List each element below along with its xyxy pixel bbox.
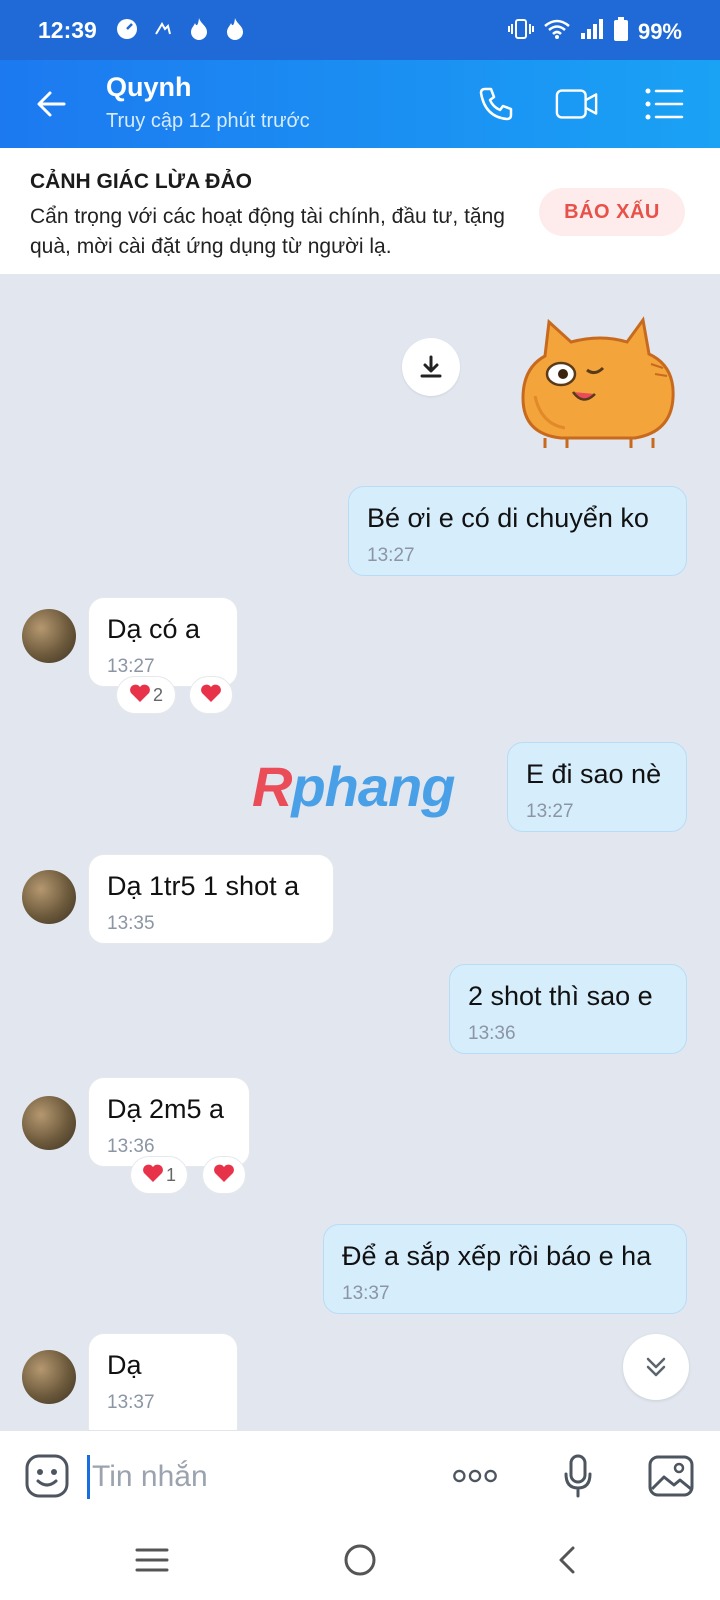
report-button[interactable]: BÁO XẤU: [539, 188, 685, 236]
heart-icon: [200, 683, 222, 708]
double-chevron-down-icon: [646, 1357, 666, 1377]
status-time: 12:39: [38, 17, 97, 43]
message-time: 13:35: [107, 913, 155, 934]
flame-icon: [187, 17, 211, 41]
back-button[interactable]: [30, 82, 74, 126]
flame-icon-2: [223, 17, 247, 41]
react-heart-button[interactable]: [202, 1156, 246, 1194]
message-text: E đi sao nè: [526, 759, 662, 789]
emoji-icon: [25, 1454, 69, 1498]
status-right: 99%: [507, 17, 682, 46]
message-time: 13:27: [107, 656, 155, 677]
watermark-part1: R: [252, 755, 292, 818]
system-back-button[interactable]: [545, 1538, 589, 1582]
message-bubble-outgoing[interactable]: 2 shot thì sao e 13:36: [449, 964, 687, 1054]
reaction-count: 1: [165, 1164, 176, 1185]
reaction-summary[interactable]: 1: [130, 1156, 188, 1194]
heart-icon: [142, 1163, 164, 1188]
message-bubble-incoming[interactable]: Dạ 1tr5 1 shot a 13:35: [88, 854, 334, 944]
voice-call-button[interactable]: [474, 82, 518, 126]
cat-sticker[interactable]: [515, 314, 690, 454]
message-text: Dạ 2m5 a: [107, 1094, 225, 1124]
message-time: 13:37: [342, 1283, 390, 1304]
scroll-to-bottom-button[interactable]: [623, 1334, 689, 1400]
download-sticker-button[interactable]: [402, 338, 460, 396]
warning-text: Cẩn trọng với các hoạt động tài chính, đ…: [30, 205, 505, 258]
vibrate-icon: [507, 18, 534, 45]
message-text: 2 shot thì sao e: [468, 981, 653, 1011]
avatar[interactable]: [22, 609, 76, 663]
recent-apps-icon: [135, 1548, 169, 1572]
more-button[interactable]: [452, 1453, 498, 1499]
message-time: 13:27: [526, 801, 574, 822]
message-text: Dạ 1tr5 1 shot a: [107, 871, 300, 901]
chat-area[interactable]: Bé ơi e có di chuyển ko 13:27 Dạ có a 13…: [0, 274, 720, 1430]
message-time: 13:36: [468, 1023, 516, 1044]
message-text: Dạ: [107, 1350, 142, 1380]
home-button[interactable]: [338, 1538, 382, 1582]
status-bar: 12:39 99%: [0, 0, 720, 60]
battery-percent: 99%: [637, 18, 682, 44]
app-notification-icon: [151, 17, 175, 41]
wifi-icon: [544, 18, 570, 45]
speedometer-icon: [115, 17, 139, 41]
contact-name[interactable]: Quynh: [106, 72, 192, 103]
message-bubble-incoming[interactable]: Dạ có a 13:27: [88, 597, 238, 687]
message-text: Bé ơi e có di chuyển ko: [367, 503, 649, 533]
message-input[interactable]: [92, 1457, 422, 1497]
system-navigation-bar: [0, 1520, 720, 1600]
menu-list-icon: [645, 88, 684, 120]
video-call-button[interactable]: [555, 82, 599, 126]
more-icon: [453, 1469, 497, 1483]
last-seen-status: Truy cập 12 phút trước: [106, 110, 310, 132]
battery-icon: [613, 17, 628, 46]
react-heart-button[interactable]: [189, 676, 233, 714]
message-bubble-incoming[interactable]: Dạ 13:37: [88, 1333, 238, 1430]
avatar[interactable]: [22, 870, 76, 924]
send-image-button[interactable]: [648, 1453, 694, 1499]
voice-message-button[interactable]: [555, 1453, 601, 1499]
message-text: Dạ có a: [107, 614, 201, 644]
avatar[interactable]: [22, 1096, 76, 1150]
signal-icon: [580, 18, 604, 45]
recent-apps-button[interactable]: [130, 1538, 174, 1582]
notification-icons: [115, 17, 247, 41]
heart-icon: [213, 1163, 235, 1188]
avatar[interactable]: [22, 1350, 76, 1404]
video-call-icon: [555, 89, 598, 119]
message-composer: [0, 1430, 720, 1520]
back-arrow-icon: [37, 91, 66, 117]
back-icon: [559, 1546, 575, 1574]
chat-header: Quynh Truy cập 12 phút trước: [0, 60, 720, 148]
reaction-summary[interactable]: 2: [116, 676, 176, 714]
microphone-icon: [564, 1454, 592, 1498]
image-icon: [648, 1455, 694, 1497]
download-icon: [420, 355, 442, 378]
message-time: 13:37: [107, 1392, 155, 1413]
menu-button[interactable]: [642, 82, 686, 126]
message-bubble-outgoing[interactable]: Bé ơi e có di chuyển ko 13:27: [348, 486, 687, 576]
watermark-part2: phang: [291, 755, 455, 818]
message-bubble-incoming[interactable]: Dạ 2m5 a 13:36: [88, 1077, 250, 1167]
watermark: Rphang: [252, 754, 455, 819]
message-bubble-outgoing[interactable]: Để a sắp xếp rồi báo e ha 13:37: [323, 1224, 687, 1314]
message-text: Để a sắp xếp rồi báo e ha: [342, 1241, 652, 1271]
warning-title: CẢNH GIÁC LỪA ĐẢO: [30, 170, 252, 193]
message-bubble-outgoing[interactable]: E đi sao nè 13:27: [507, 742, 687, 832]
heart-icon: [129, 683, 151, 708]
emoji-button[interactable]: [24, 1453, 70, 1499]
phone-icon: [479, 87, 513, 121]
text-cursor: [87, 1455, 90, 1499]
reaction-count: 2: [152, 684, 163, 705]
home-icon: [344, 1544, 376, 1576]
message-time: 13:36: [107, 1136, 155, 1157]
message-time: 13:27: [367, 545, 415, 566]
